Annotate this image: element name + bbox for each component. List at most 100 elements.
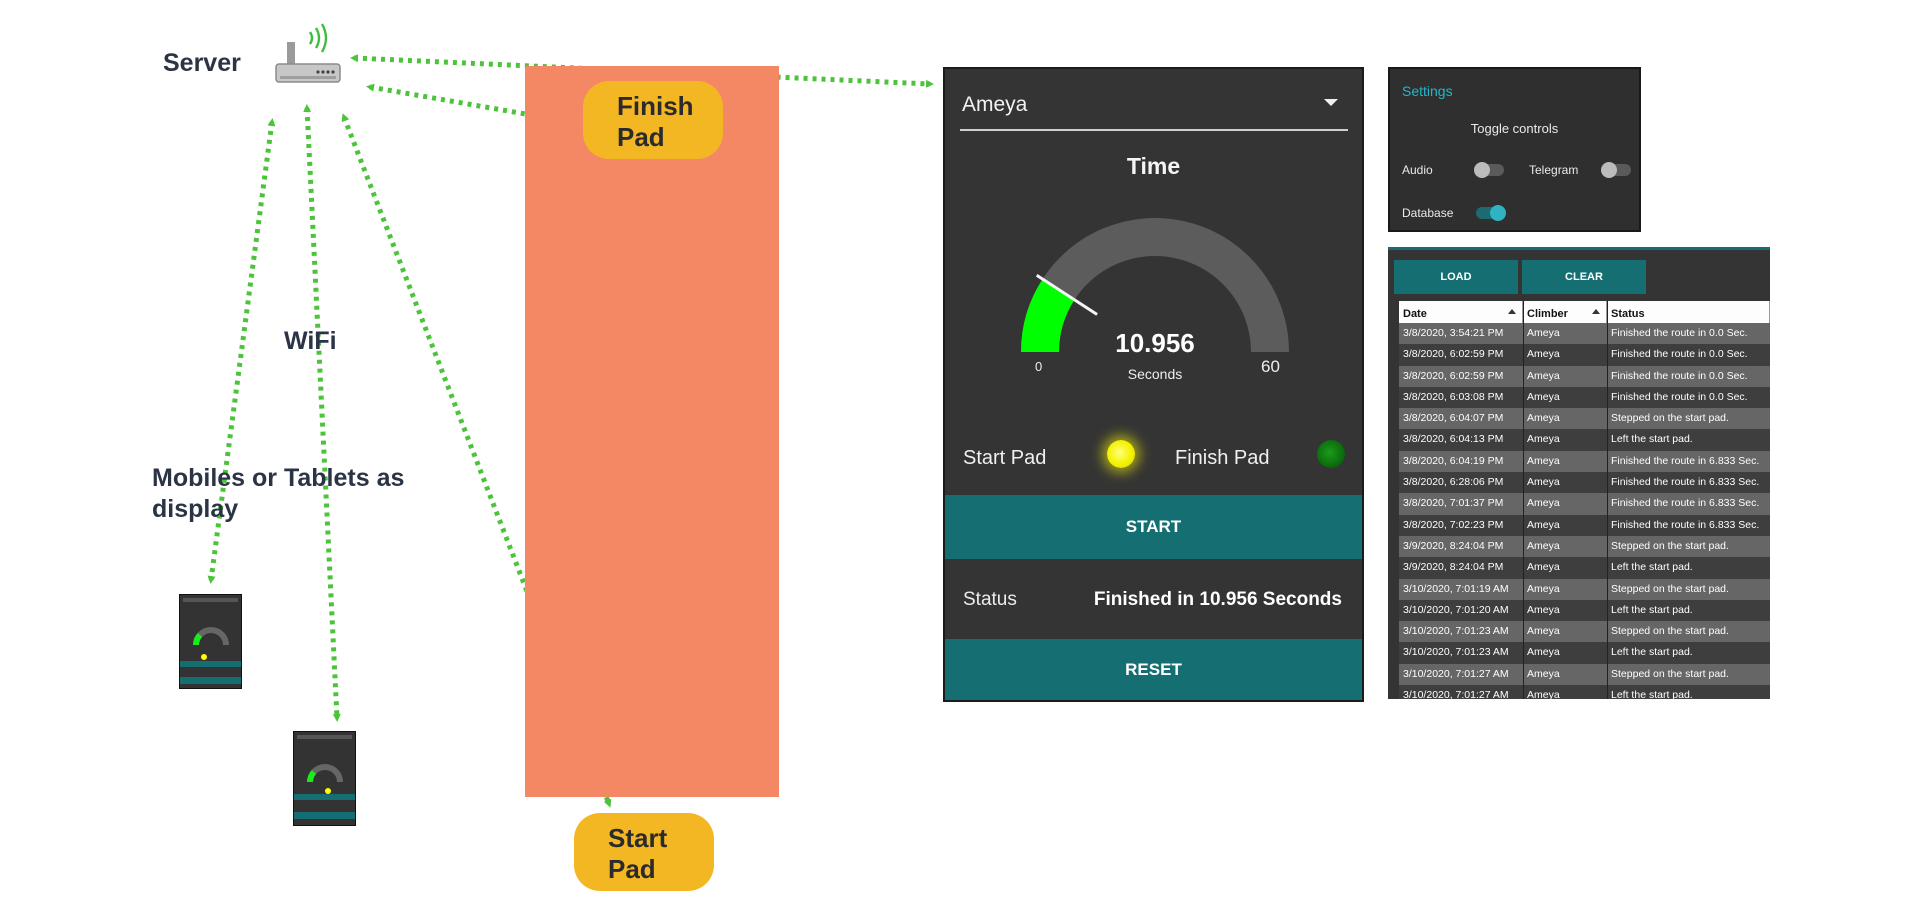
column-header-date-label: Date — [1403, 308, 1427, 320]
cell-climber: Ameya — [1527, 646, 1560, 659]
audio-toggle[interactable] — [1474, 162, 1504, 178]
start-button[interactable]: START — [945, 495, 1362, 559]
cell-date: 3/8/2020, 6:03:08 PM — [1403, 390, 1504, 403]
database-toggle[interactable] — [1476, 205, 1506, 221]
climber-select[interactable]: Ameya — [960, 85, 1348, 131]
settings-panel: Settings Toggle controls Audio Telegram … — [1388, 67, 1641, 232]
settings-title: Settings — [1402, 83, 1453, 99]
status-value: Finished in 10.956 Seconds — [1093, 589, 1342, 610]
table-row: 3/8/2020, 6:02:59 PM Ameya Finished the ro… — [1399, 365, 1770, 387]
climber-select-value: Ameya — [962, 93, 1028, 116]
cell-climber: Ameya — [1527, 476, 1560, 489]
cell-status: Stepped on the start pad. — [1611, 412, 1729, 425]
finish-pad-indicator — [1317, 440, 1345, 468]
cell-climber: Ameya — [1527, 539, 1560, 552]
database-toggle-knob — [1490, 205, 1506, 221]
cell-climber: Ameya — [1527, 327, 1560, 339]
start-pad-line1: Start — [608, 823, 668, 853]
cell-date: 3/10/2020, 7:01:19 AM — [1403, 582, 1509, 595]
table-row: 3/8/2020, 7:01:37 PM Ameya Finished the ro… — [1399, 493, 1770, 515]
audio-toggle-knob — [1474, 162, 1490, 178]
cell-date: 3/8/2020, 6:02:59 PM — [1403, 348, 1504, 361]
cell-date: 3/8/2020, 6:04:07 PM — [1403, 412, 1504, 425]
cell-status: Stepped on the start pad. — [1611, 667, 1729, 680]
cell-date: 3/8/2020, 6:04:13 PM — [1403, 433, 1504, 446]
cell-climber: Ameya — [1527, 454, 1560, 467]
cell-status: Finished the route in 0.0 Sec. — [1611, 369, 1748, 382]
column-header-status-label: Status — [1611, 308, 1645, 320]
cell-climber: Ameya — [1527, 518, 1560, 531]
table-row: 3/9/2020, 8:24:04 PM Ameya Left the start … — [1399, 557, 1770, 579]
finish-pad-line1: Finish — [617, 91, 694, 121]
column-header-climber[interactable]: Climber — [1523, 301, 1607, 323]
reset-button[interactable]: RESET — [945, 639, 1362, 700]
table-row: 3/10/2020, 7:01:27 AM Ameya Stepped on the… — [1399, 663, 1770, 686]
cell-climber: Ameya — [1527, 433, 1560, 446]
mini-gauge-icon — [294, 735, 355, 819]
cell-status: Finished the route in 6.833 Sec. — [1611, 518, 1760, 531]
audio-label: Audio — [1402, 163, 1433, 177]
cell-status: Finished the route in 6.833 Sec. — [1611, 476, 1760, 489]
cell-date: 3/8/2020, 6:04:19 PM — [1403, 454, 1504, 467]
cell-climber: Ameya — [1527, 390, 1560, 403]
router-icon — [275, 23, 341, 83]
table-row: 3/8/2020, 3:54:21 PM Ameya Finished the ro… — [1399, 323, 1770, 345]
cell-climber: Ameya — [1527, 582, 1560, 595]
table-row: 3/10/2020, 7:01:23 AM Ameya Stepped on the… — [1399, 621, 1770, 643]
cell-date: 3/9/2020, 8:24:04 PM — [1403, 539, 1504, 552]
table-row: 3/10/2020, 7:01:23 AM Ameya Left the start… — [1399, 642, 1770, 664]
start-pad-line2: Pad — [608, 854, 656, 884]
gauge-max: 60 — [1261, 357, 1280, 376]
finish-pad-line2: Pad — [617, 122, 665, 152]
start-pad-indicator — [1107, 440, 1135, 468]
table-row: 3/8/2020, 6:03:08 PM Ameya Finished the ro… — [1399, 386, 1770, 409]
table-row: 3/8/2020, 7:02:23 PM Ameya Finished the ro… — [1399, 514, 1770, 536]
timer-app-panel: Ameya Time 10.956 Seconds 0 60 Start Pad… — [943, 67, 1364, 702]
column-header-date[interactable]: Date — [1399, 301, 1523, 323]
column-divider — [1607, 301, 1608, 699]
log-rows: 3/8/2020, 3:54:21 PM Ameya Finished the ro… — [1399, 323, 1770, 699]
finish-pad: Finish Pad — [583, 81, 723, 159]
start-pad-label: Start Pad — [963, 447, 1047, 469]
cell-date: 3/10/2020, 7:01:20 AM — [1403, 603, 1509, 616]
cell-date: 3/8/2020, 7:02:23 PM — [1403, 518, 1504, 531]
cell-date: 3/8/2020, 7:01:37 PM — [1403, 497, 1504, 510]
start-pad: Start Pad — [574, 813, 714, 891]
cell-status: Stepped on the start pad. — [1611, 625, 1729, 638]
sort-asc-icon — [1508, 309, 1516, 314]
cell-date: 3/10/2020, 7:01:23 AM — [1403, 625, 1509, 638]
cell-climber: Ameya — [1527, 603, 1560, 616]
time-title: Time — [1126, 153, 1181, 179]
sort-asc-icon — [1592, 309, 1600, 314]
cell-date: 3/10/2020, 7:01:27 AM — [1403, 689, 1509, 699]
devices-label-line2: display — [152, 495, 239, 523]
devices-label-line1: Mobiles or Tablets as — [152, 464, 405, 492]
gauge-value: 10.956 — [1115, 328, 1195, 358]
gauge-fill — [1021, 279, 1075, 353]
cell-climber: Ameya — [1527, 561, 1560, 574]
column-header-climber-label: Climber — [1527, 308, 1568, 320]
cell-date: 3/8/2020, 6:02:59 PM — [1403, 369, 1504, 382]
table-row: 3/10/2020, 7:01:27 AM Ameya Left the start… — [1399, 685, 1770, 699]
cell-climber: Ameya — [1527, 348, 1560, 361]
cell-status: Finished the route in 0.0 Sec. — [1611, 390, 1748, 403]
climbing-wall — [525, 66, 779, 797]
cell-date: 3/8/2020, 3:54:21 PM — [1403, 327, 1504, 339]
cell-date: 3/9/2020, 8:24:04 PM — [1403, 561, 1504, 574]
clear-button[interactable]: CLEAR — [1522, 260, 1646, 294]
cell-status: Left the start pad. — [1611, 561, 1693, 574]
cell-status: Finished the route in 0.0 Sec. — [1611, 327, 1748, 339]
column-header-status[interactable]: Status — [1607, 301, 1770, 323]
cell-climber: Ameya — [1527, 369, 1560, 382]
cell-status: Left the start pad. — [1611, 433, 1693, 446]
chevron-down-icon — [1324, 99, 1338, 106]
link-server-tablet-2 — [303, 104, 341, 722]
telegram-toggle[interactable] — [1601, 162, 1631, 178]
database-label: Database — [1402, 206, 1454, 220]
table-row: 3/8/2020, 6:04:19 PM Ameya Finished the ro… — [1399, 450, 1770, 473]
settings-subtitle: Toggle controls — [1470, 121, 1559, 136]
cell-status: Left the start pad. — [1611, 646, 1693, 659]
cell-climber: Ameya — [1527, 497, 1560, 510]
load-button[interactable]: LOAD — [1394, 260, 1518, 294]
cell-climber: Ameya — [1527, 412, 1560, 425]
